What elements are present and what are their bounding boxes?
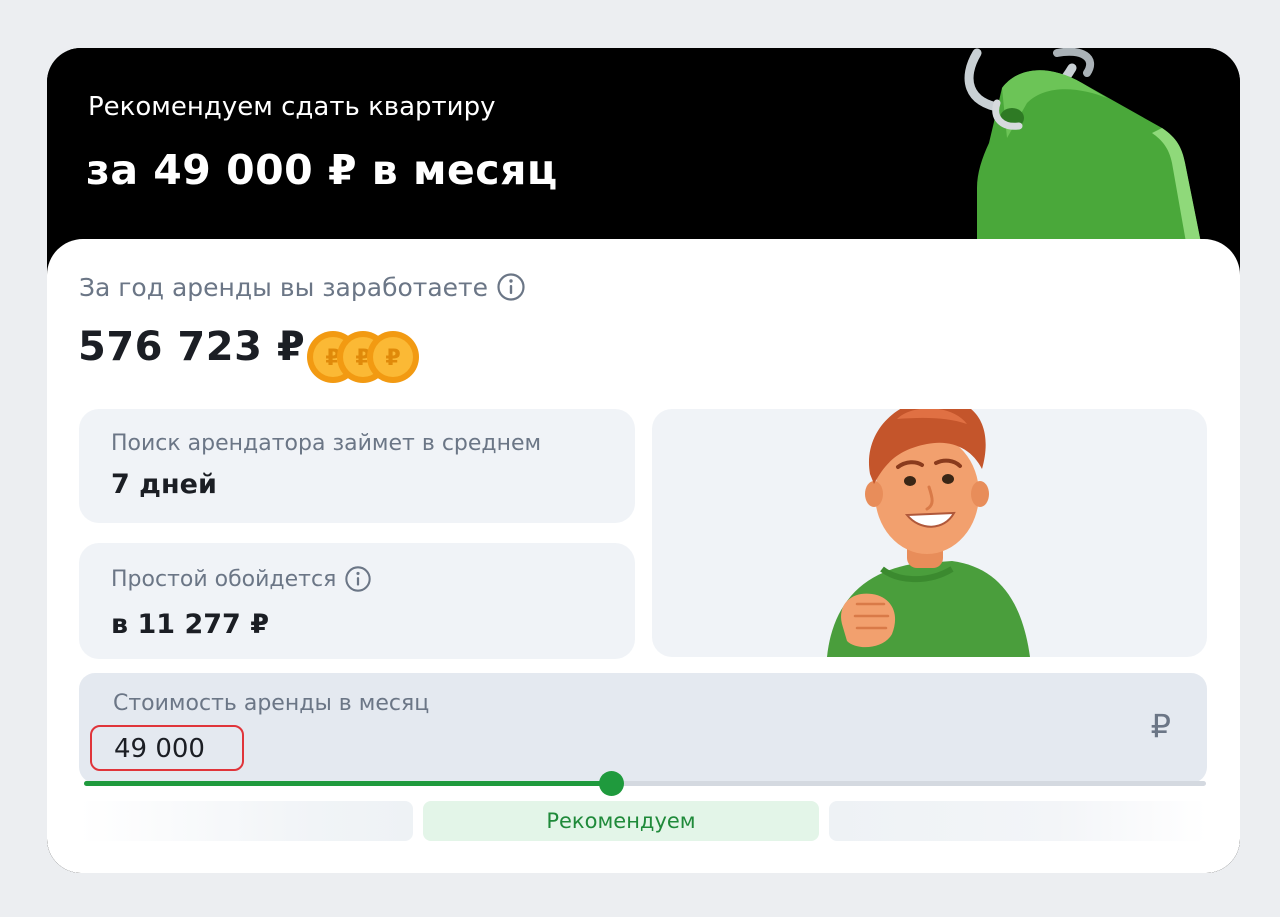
rent-price-input[interactable] [114, 734, 234, 764]
rent-price-label: Стоимость аренды в месяц [113, 691, 430, 716]
downtime-cost-label-row: Простой обойдется [111, 565, 372, 593]
rent-price-slider[interactable] [84, 771, 1206, 796]
smiling-man-illustration [827, 409, 1030, 657]
slider-fill [84, 781, 612, 786]
search-time-value: 7 дней [111, 469, 217, 500]
hero-subtitle: Рекомендуем сдать квартиру [88, 92, 496, 122]
search-time-label: Поиск арендатора займет в среднем [111, 431, 542, 456]
range-recommended-segment[interactable]: Рекомендуем [423, 801, 819, 841]
downtime-cost-card: Простой обойдется в 11 277 ₽ [79, 543, 635, 659]
downtime-cost-value: в 11 277 ₽ [111, 609, 270, 640]
info-circle-icon[interactable] [344, 565, 372, 593]
info-circle-icon[interactable] [496, 272, 526, 302]
range-low-segment[interactable] [79, 801, 413, 841]
summary-panel: За год аренды вы заработаете 576 723 ₽ ₽… [47, 239, 1240, 873]
rent-price-highlight [90, 725, 244, 771]
rent-price-field[interactable]: Стоимость аренды в месяц ₽ [79, 673, 1207, 783]
svg-text:₽: ₽ [385, 346, 400, 371]
range-high-segment[interactable] [829, 801, 1207, 841]
ruble-coins-icon: ₽ ₽ ₽ [307, 331, 419, 383]
downtime-cost-label: Простой обойдется [111, 566, 337, 592]
annual-income-label-row: За год аренды вы заработаете [79, 272, 526, 302]
slider-thumb[interactable] [599, 771, 625, 796]
annual-income-label: За год аренды вы заработаете [79, 272, 488, 302]
character-illustration [652, 409, 1207, 657]
search-time-card: Поиск арендатора займет в среднем 7 дней [79, 409, 635, 523]
rent-recommendation-card: Рекомендуем сдать квартиру за 49 000 ₽ в… [47, 48, 1240, 873]
price-tag-icon [964, 48, 1202, 248]
ruble-icon: ₽ [1150, 707, 1171, 745]
annual-income-value: 576 723 ₽ [78, 324, 306, 370]
hero-title: за 49 000 ₽ в месяц [86, 146, 558, 194]
